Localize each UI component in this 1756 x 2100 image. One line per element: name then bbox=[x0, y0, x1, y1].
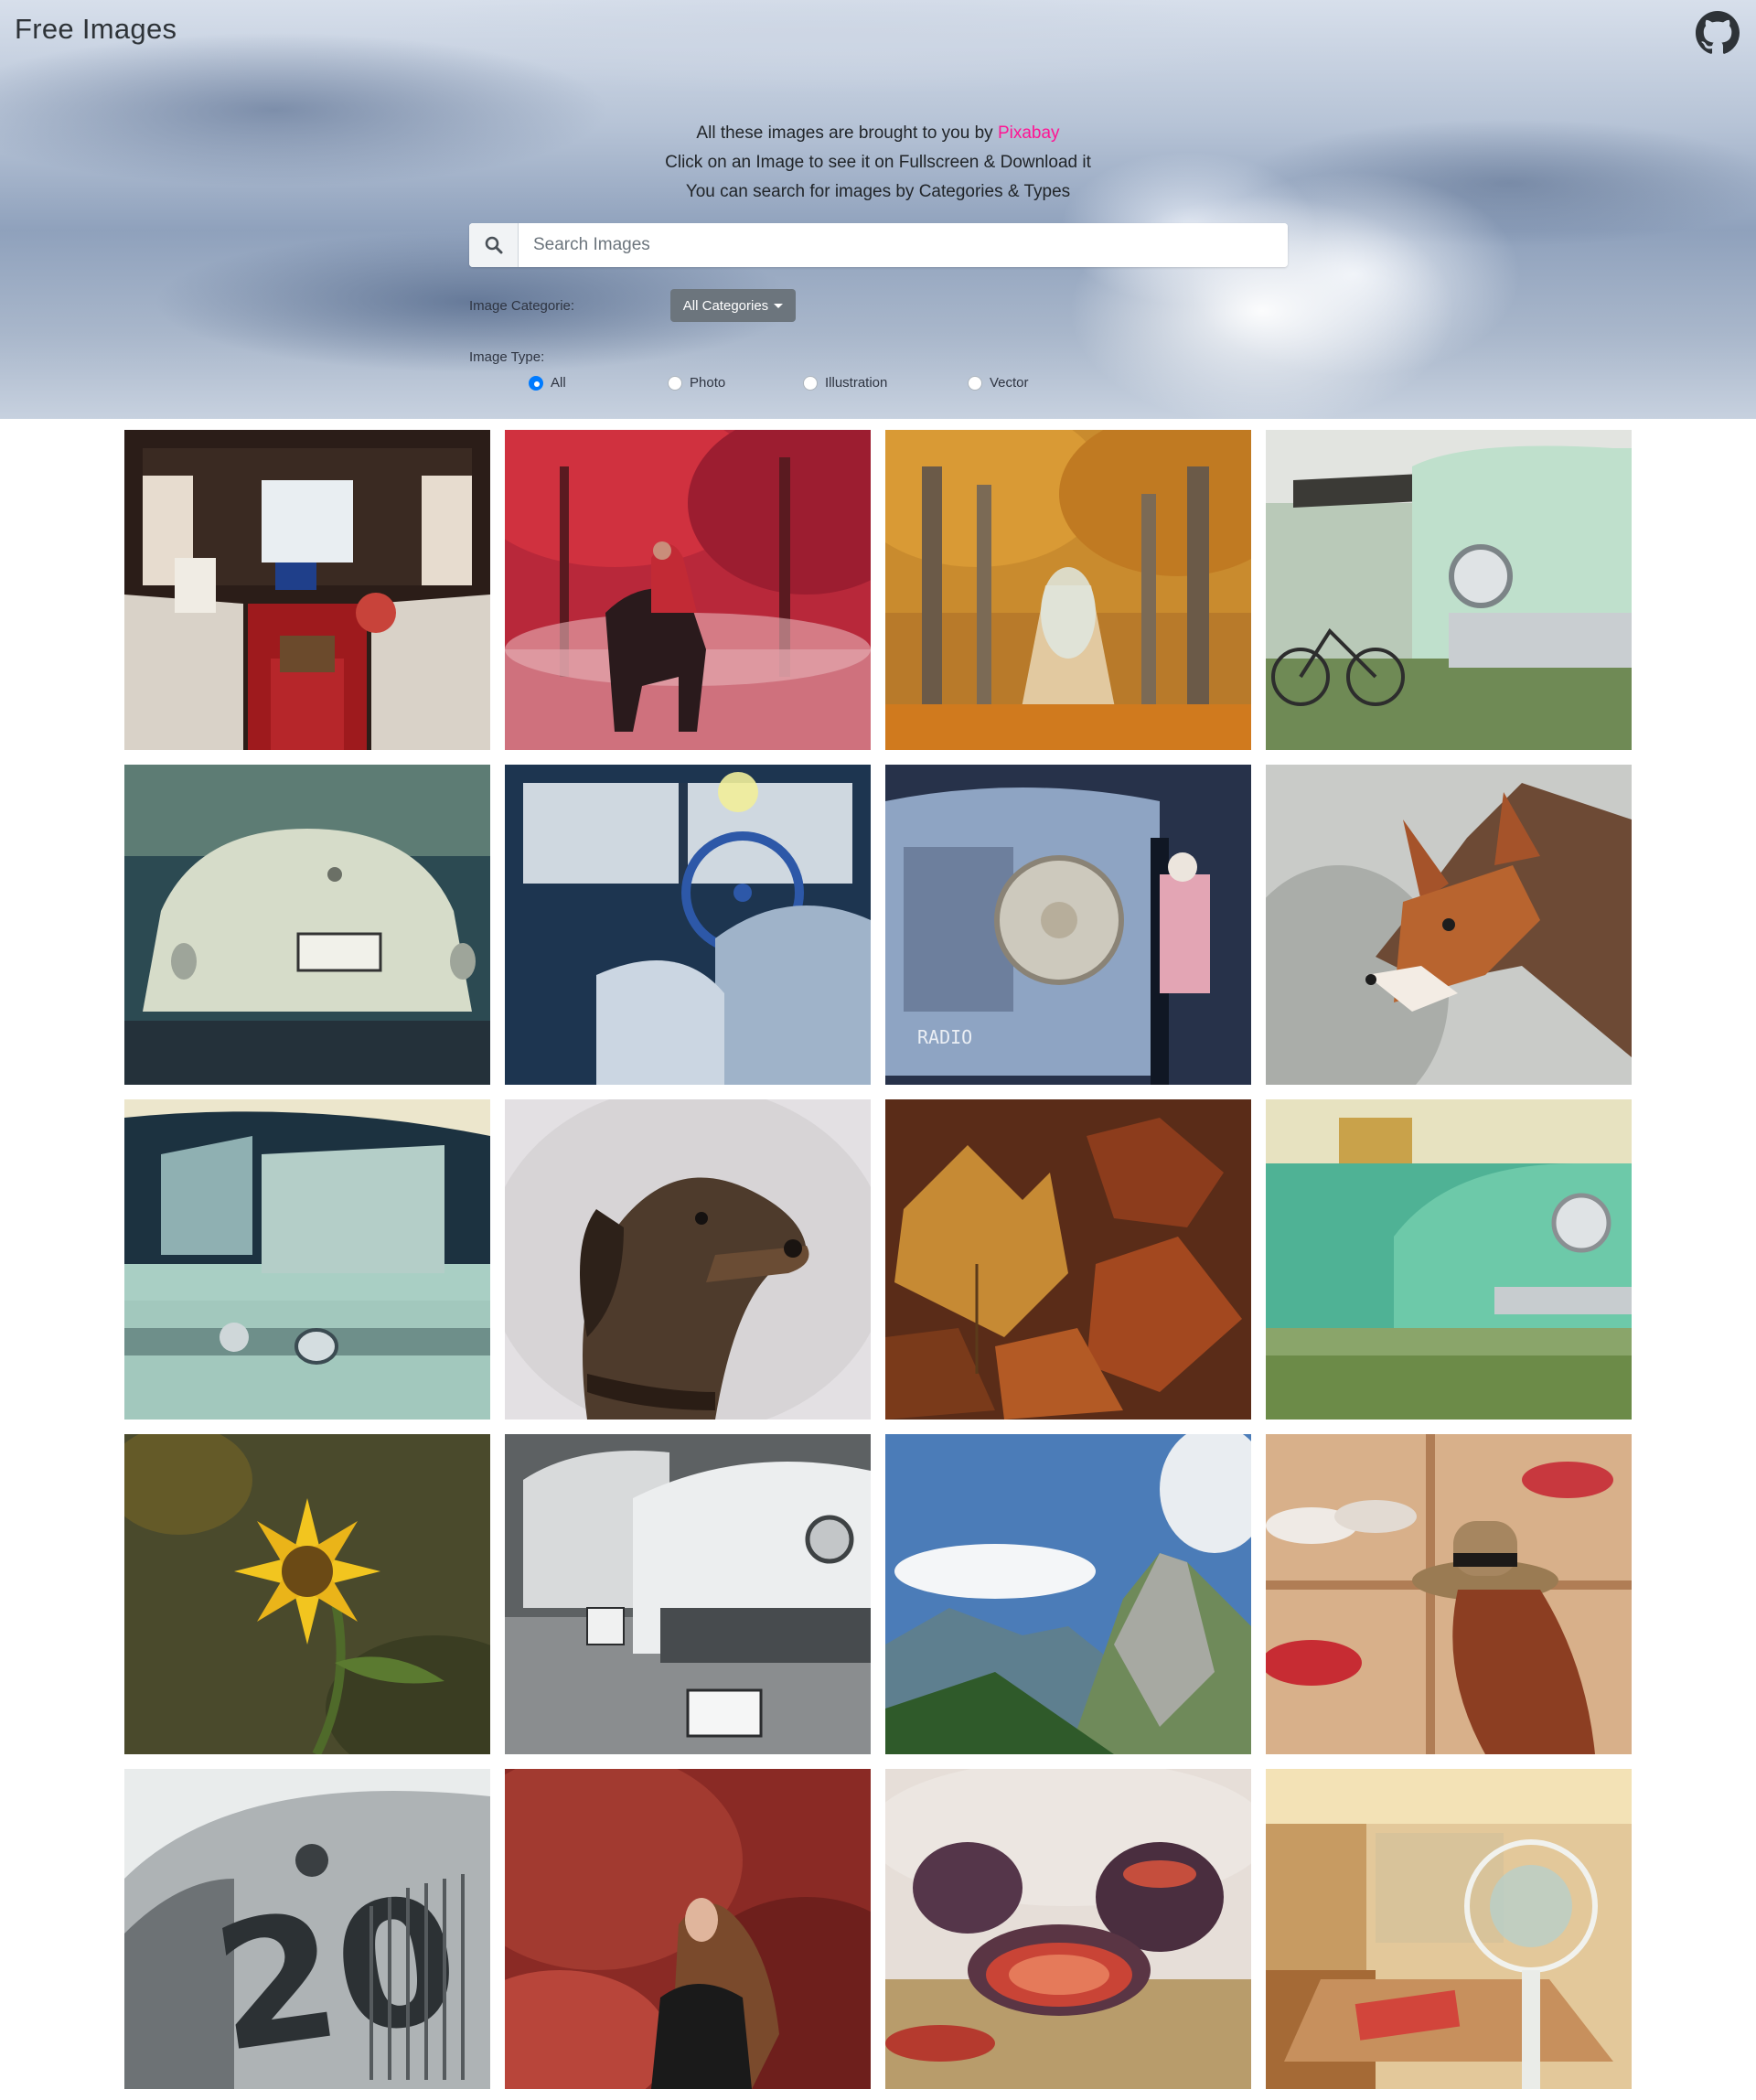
woman-with-hat-image bbox=[1266, 1434, 1632, 1754]
woman-red-foliage-image bbox=[505, 1769, 871, 2089]
intro-line-1: All these images are brought to you by P… bbox=[0, 119, 1756, 148]
image-tile[interactable] bbox=[885, 1434, 1251, 1754]
intro-line-2: Click on an Image to see it on Fullscree… bbox=[665, 153, 1091, 172]
image-tile[interactable] bbox=[885, 430, 1251, 750]
radio-vector[interactable]: Vector bbox=[968, 375, 1029, 391]
category-label: Image Categorie: bbox=[469, 298, 575, 314]
image-tile[interactable] bbox=[885, 1769, 1251, 2089]
race-car-number-20-image: 20 bbox=[124, 1769, 490, 2089]
image-tile[interactable] bbox=[1266, 1434, 1632, 1754]
pixabay-link[interactable]: Pixabay bbox=[998, 123, 1060, 143]
vintage-car-and-bicycle-image bbox=[1266, 430, 1632, 750]
mountain-landscape-image bbox=[885, 1434, 1251, 1754]
search-icon bbox=[485, 236, 502, 254]
image-tile[interactable] bbox=[124, 430, 490, 750]
image-tile[interactable]: RADIO bbox=[885, 765, 1251, 1085]
svg-text:20: 20 bbox=[203, 1858, 471, 2089]
image-tile[interactable] bbox=[124, 765, 490, 1085]
image-tile[interactable] bbox=[505, 1099, 871, 1420]
hero-banner: Free Images All these images are brought… bbox=[0, 0, 1756, 419]
radio-photo-indicator[interactable] bbox=[668, 375, 682, 391]
vintage-convertible-rear-image bbox=[124, 765, 490, 1085]
caravan-interior-fan-image bbox=[1266, 1769, 1632, 2089]
image-tile[interactable] bbox=[1266, 1099, 1632, 1420]
image-tile[interactable] bbox=[1266, 765, 1632, 1085]
svg-text:RADIO: RADIO bbox=[917, 1026, 972, 1048]
vintage-car-window-image bbox=[124, 1099, 490, 1420]
search-addon bbox=[469, 223, 519, 267]
intro-line-3: You can search for images by Categories … bbox=[685, 182, 1071, 201]
chevron-down-icon bbox=[774, 303, 784, 308]
image-tile[interactable] bbox=[885, 1099, 1251, 1420]
image-tile[interactable]: 20 bbox=[124, 1769, 490, 2089]
image-tile[interactable] bbox=[505, 1434, 871, 1754]
woman-on-horse-red-forest-image bbox=[505, 430, 871, 750]
intro-text: All these images are brought to you by P… bbox=[0, 119, 1756, 207]
radio-photo[interactable]: Photo bbox=[668, 375, 725, 391]
search-input[interactable] bbox=[519, 223, 1288, 267]
radio-illustration-label: Illustration bbox=[825, 375, 888, 391]
image-grid: RADIO 20 bbox=[124, 430, 1632, 2089]
figs-image bbox=[885, 1769, 1251, 2089]
image-tile[interactable] bbox=[124, 1434, 490, 1754]
fox-portrait-image bbox=[1266, 765, 1632, 1085]
radio-photo-label: Photo bbox=[690, 375, 726, 391]
type-label: Image Type: bbox=[469, 349, 545, 365]
github-icon[interactable] bbox=[1696, 11, 1740, 55]
vintage-cars-black-white-image bbox=[505, 1434, 871, 1754]
brand-title[interactable]: Free Images bbox=[15, 13, 177, 46]
radio-all-indicator[interactable] bbox=[529, 375, 543, 391]
image-tile[interactable] bbox=[1266, 430, 1632, 750]
radio-vector-label: Vector bbox=[990, 375, 1029, 391]
retro-radio-queen-figure-image: RADIO bbox=[885, 765, 1251, 1085]
green-cadillac-caravan-image bbox=[1266, 1099, 1632, 1420]
image-tile[interactable] bbox=[505, 1769, 871, 2089]
autumn-tree-avenue-image bbox=[885, 430, 1251, 750]
category-dropdown-button[interactable]: All Categories bbox=[670, 289, 796, 322]
radio-vector-indicator[interactable] bbox=[968, 375, 982, 391]
image-tile[interactable] bbox=[124, 1099, 490, 1420]
autumn-leaves-image bbox=[885, 1099, 1251, 1420]
category-button-label: All Categories bbox=[682, 297, 769, 314]
radio-illustration[interactable]: Illustration bbox=[803, 375, 887, 391]
van-interior-steering-wheel-image bbox=[505, 765, 871, 1085]
dachshund-portrait-image bbox=[505, 1099, 871, 1420]
image-tile[interactable] bbox=[1266, 1769, 1632, 2089]
image-tile[interactable] bbox=[505, 430, 871, 750]
radio-all[interactable]: All bbox=[529, 375, 566, 391]
radio-all-label: All bbox=[551, 375, 566, 391]
sunflower-image bbox=[124, 1434, 490, 1754]
radio-illustration-indicator[interactable] bbox=[803, 375, 818, 391]
gypsy-caravan-interior-image bbox=[124, 430, 490, 750]
image-tile[interactable] bbox=[505, 765, 871, 1085]
intro-line-1-text: All these images are brought to you by bbox=[696, 123, 998, 143]
search-bar bbox=[469, 223, 1288, 267]
